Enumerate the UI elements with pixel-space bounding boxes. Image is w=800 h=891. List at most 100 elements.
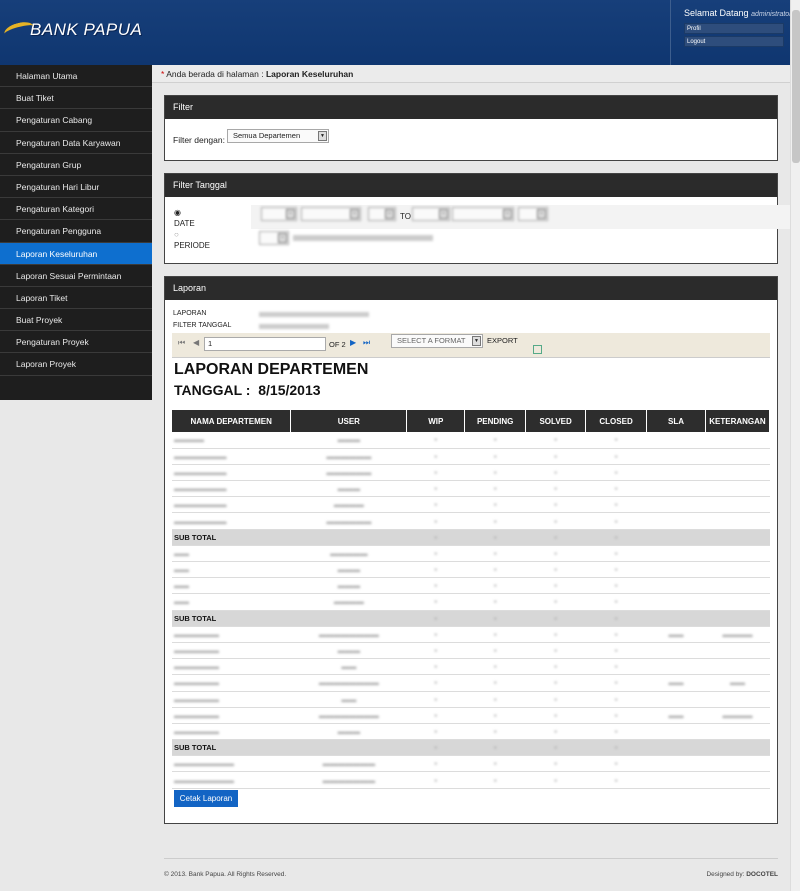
greeting: Selamat Datang administrator xyxy=(684,8,792,18)
start-year-select[interactable]: ▼ xyxy=(261,207,297,221)
table-row: ▬▬▬▬▬▬▬ ▬▬▬▬▬▬ ▪ ▪ ▪ ▪ xyxy=(172,448,770,465)
filter-label: Filter dengan: xyxy=(173,135,225,145)
column-header: USER xyxy=(290,410,408,432)
report-heading: LAPORAN DEPARTEMEN xyxy=(174,361,369,378)
table-row: ▬▬ ▬▬▬ ▪ ▪ ▪ ▪ xyxy=(172,577,770,595)
report-date-heading: TANGGAL : 8/15/2013 xyxy=(174,382,321,398)
table-row: ▬▬▬▬▬▬ ▬▬▬▬▬▬▬▬ ▪ ▪ ▪ ▪ ▬▬ ▬▬ xyxy=(172,674,770,692)
sidebar-item-pengaturan-proyek[interactable]: Pengaturan Proyek xyxy=(0,331,152,354)
table-row: ▬▬▬▬▬▬▬▬ ▬▬▬▬▬▬▬ ▪ ▪ ▪ ▪ xyxy=(172,755,770,773)
logout-button[interactable]: Logout xyxy=(684,36,784,47)
table-row: ▬▬▬▬▬▬ ▬▬▬▬▬▬▬▬ ▪ ▪ ▪ ▪ ▬▬ ▬▬▬▬ xyxy=(172,626,770,643)
table-row: ▬▬▬▬▬▬▬ ▬▬▬ ▪ ▪ ▪ ▪ xyxy=(172,480,770,498)
table-row: ▬▬▬▬▬▬▬ ▬▬▬▬▬▬ ▪ ▪ ▪ ▪ xyxy=(172,512,770,530)
filter-date-panel-title: Filter Tanggal xyxy=(165,174,777,197)
profile-button[interactable]: Profil xyxy=(684,23,784,34)
sidebar: Halaman Utama Buat Tiket Pengaturan Caba… xyxy=(0,65,152,400)
breadcrumb: * Anda berada di halaman : Laporan Kesel… xyxy=(152,65,790,83)
page-input[interactable]: 1 xyxy=(204,337,326,351)
column-header: CLOSED xyxy=(585,410,648,432)
table-row: ▬▬▬▬▬▬ ▬▬▬ ▪ ▪ ▪ ▪ xyxy=(172,642,770,660)
end-month-select[interactable]: ▼ xyxy=(452,207,514,221)
format-placeholder: SELECT A FORMAT xyxy=(397,336,466,345)
column-header: PENDING xyxy=(464,410,527,432)
period-select[interactable]: ▼ xyxy=(259,231,289,245)
table-row: ▬▬▬▬▬▬ ▬▬ ▪ ▪ ▪ ▪ xyxy=(172,658,770,676)
sidebar-item-pengaturan-data-karyawan[interactable]: Pengaturan Data Karyawan xyxy=(0,132,152,154)
last-page-icon[interactable]: ⏭ xyxy=(363,338,370,348)
department-filter-value: Semua Departemen xyxy=(233,131,301,140)
column-header: KETERANGAN xyxy=(705,410,771,432)
period-label: PERIODE xyxy=(174,241,211,250)
bank-logo[interactable]: BANK PAPUA xyxy=(2,19,143,41)
sidebar-item-pengaturan-cabang[interactable]: Pengaturan Cabang xyxy=(0,109,152,132)
department-filter-select[interactable]: Semua Departemen ▼ xyxy=(227,129,329,143)
subtotal-row: SUB TOTAL ▪ ▪ ▪ ▪ xyxy=(172,610,770,627)
table-row: ▬▬▬▬▬▬▬▬ ▬▬▬▬▬▬▬ ▪ ▪ ▪ ▪ xyxy=(172,771,770,789)
print-report-button[interactable]: Cetak Laporan xyxy=(174,790,238,807)
table-row: ▬▬▬▬▬▬▬▪▪▪▪ xyxy=(172,545,770,563)
table-row: ▬▬▬▬▬▬▬ ▬▬▬▬▬▬ ▪ ▪ ▪ ▪ xyxy=(172,464,770,482)
sidebar-item-pengaturan-hari-libur[interactable]: Pengaturan Hari Libur xyxy=(0,176,152,199)
chevron-down-icon: ▼ xyxy=(318,131,327,141)
top-header: BANK PAPUA Selamat Datang administrator … xyxy=(0,0,792,65)
laporan-label: LAPORAN xyxy=(173,310,207,317)
start-month-select[interactable]: ▼ xyxy=(301,207,361,221)
start-day-select[interactable]: ▼ xyxy=(368,207,396,221)
scrollbar-thumb[interactable] xyxy=(792,10,800,163)
subtotal-row: SUB TOTAL ▪ ▪ ▪ ▪ xyxy=(172,739,770,757)
prev-page-icon[interactable]: ◀ xyxy=(193,338,199,347)
table-row: ▬▬▬▬▬▬▬▪▪▪▪ xyxy=(172,432,770,449)
vertical-scrollbar[interactable] xyxy=(790,0,800,891)
export-link[interactable]: EXPORT xyxy=(487,336,518,345)
period-range-text xyxy=(293,235,433,241)
date-radio[interactable]: ◉ xyxy=(174,208,181,217)
page-count: OF 2 xyxy=(329,340,346,349)
copyright: © 2013. Bank Papua. All Rights Reserved. xyxy=(164,871,287,878)
sidebar-item-buat-tiket[interactable]: Buat Tiket xyxy=(0,87,152,110)
column-header: NAMA DEPARTEMEN xyxy=(172,410,292,432)
table-row: ▬▬ ▬▬▬ ▪ ▪ ▪ ▪ xyxy=(172,561,770,579)
column-header: SLA xyxy=(646,410,706,432)
sidebar-item-halaman-utama[interactable]: Halaman Utama xyxy=(0,65,152,88)
brand-name: BANK PAPUA xyxy=(30,20,143,39)
table-row: ▬▬ ▬▬▬▬ ▪ ▪ ▪ ▪ xyxy=(172,593,770,611)
sidebar-item-laporan-keseluruhan[interactable]: Laporan Keseluruhan xyxy=(0,242,152,265)
end-year-select[interactable]: ▼ xyxy=(412,207,450,221)
footer: © 2013. Bank Papua. All Rights Reserved.… xyxy=(164,858,778,888)
filter-tanggal-label: FILTER TANGGAL xyxy=(173,322,232,329)
to-label: TO xyxy=(400,212,411,221)
sidebar-item-laporan-proyek[interactable]: Laporan Proyek xyxy=(0,353,152,376)
sidebar-item-laporan-tiket[interactable]: Laporan Tiket xyxy=(0,287,152,310)
export-format-select[interactable]: SELECT A FORMAT ▼ xyxy=(391,334,483,348)
first-page-icon[interactable]: ⏮ xyxy=(178,338,185,348)
refresh-icon[interactable] xyxy=(533,345,542,354)
filter-tanggal-value xyxy=(259,324,329,329)
designed-by: Designed by: DOCOTEL xyxy=(706,871,778,878)
report-panel-title: Laporan xyxy=(165,277,777,300)
user-box: Selamat Datang administrator Profil Logo… xyxy=(670,0,792,65)
next-page-icon[interactable]: ▶ xyxy=(350,338,356,347)
table-row: ▬▬▬▬▬▬ ▬▬▬▬▬▬▬▬ ▪ ▪ ▪ ▪ ▬▬ ▬▬▬▬ xyxy=(172,707,770,724)
table-row: ▬▬▬▬▬▬▬ ▬▬▬▬ ▪ ▪ ▪ ▪ xyxy=(172,496,770,514)
sidebar-item-pengaturan-kategori[interactable]: Pengaturan Kategori xyxy=(0,198,152,221)
sidebar-item-pengaturan-pengguna[interactable]: Pengaturan Pengguna xyxy=(0,220,152,243)
subtotal-row: SUB TOTAL ▪ ▪ ▪ ▪ xyxy=(172,529,770,546)
table-row: ▬▬▬▬▬▬ ▬▬▬ ▪ ▪ ▪ ▪ xyxy=(172,723,770,741)
report-table: NAMA DEPARTEMEN USER WIP PENDING SOLVED … xyxy=(172,410,771,789)
breadcrumb-current: Laporan Keseluruhan xyxy=(265,69,354,79)
end-day-select[interactable]: ▼ xyxy=(518,207,548,221)
column-header: SOLVED xyxy=(525,410,587,432)
column-header: WIP xyxy=(406,410,466,432)
table-row: ▬▬▬▬▬▬ ▬▬ ▪ ▪ ▪ ▪ xyxy=(172,691,770,708)
filter-date-panel: Filter Tanggal ◉ DATE ○ PERIODE ▼ ▼ ▼ TO… xyxy=(164,173,797,264)
filter-panel: Filter Filter dengan: Semua Departemen ▼ xyxy=(164,95,778,161)
sidebar-item-buat-proyek[interactable]: Buat Proyek xyxy=(0,309,152,332)
breadcrumb-prefix: Anda berada di halaman : xyxy=(166,69,264,79)
sidebar-item-laporan-sesuai-permintaan[interactable]: Laporan Sesuai Permintaan xyxy=(0,265,152,287)
period-radio[interactable]: ○ xyxy=(174,230,179,239)
star-icon: * xyxy=(161,69,165,79)
sidebar-item-pengaturan-grup[interactable]: Pengaturan Grup xyxy=(0,154,152,176)
report-toolbar: ⏮ ◀ 1 OF 2 ▶ ⏭ SELECT A FORMAT ▼ EXPORT xyxy=(172,333,770,358)
designer-name: DOCOTEL xyxy=(746,871,778,878)
